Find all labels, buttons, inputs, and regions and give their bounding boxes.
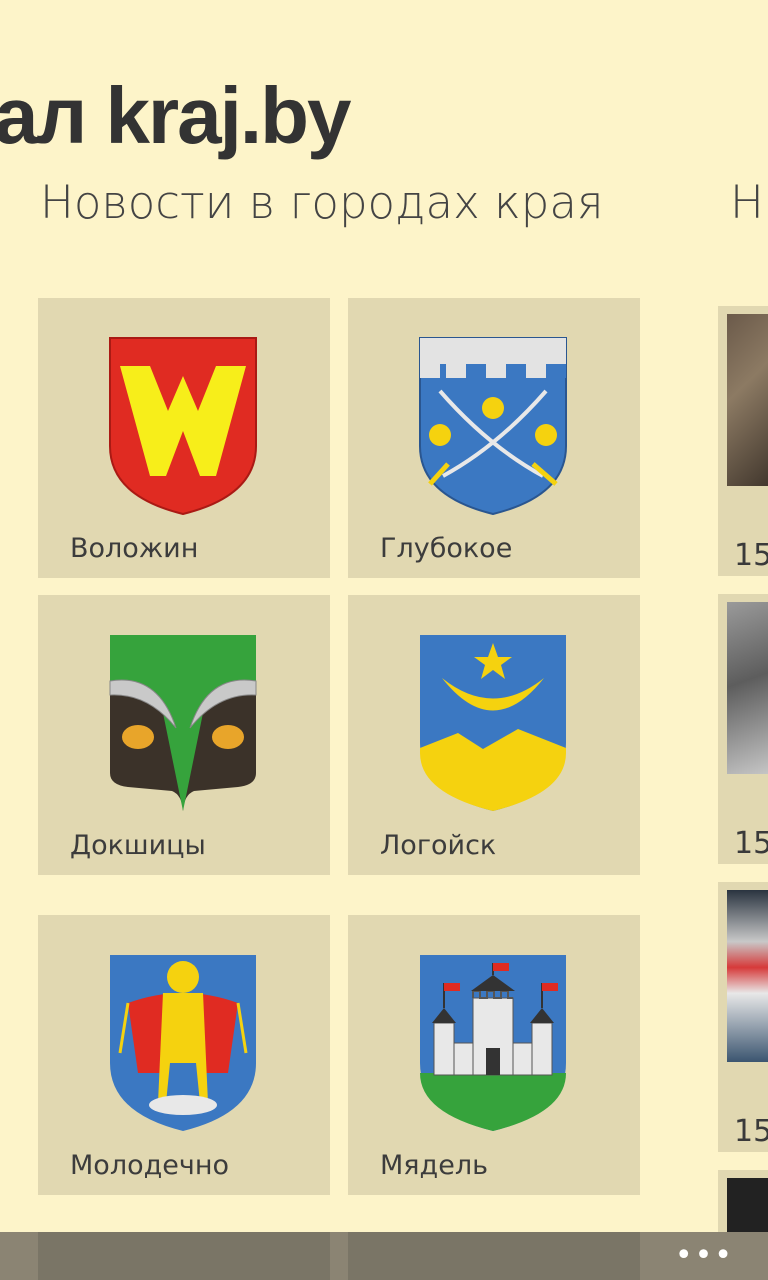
news-item-peek[interactable]: 15 xyxy=(718,594,768,864)
news-date: 15 xyxy=(734,826,768,861)
city-tile-logoysk[interactable]: Логойск xyxy=(348,595,640,875)
news-date: 15 xyxy=(734,1114,768,1149)
molodechno-coat-of-arms-icon xyxy=(108,953,258,1133)
myadel-coat-of-arms-icon xyxy=(418,953,568,1133)
news-date: 15 xyxy=(734,538,768,573)
more-options-button[interactable]: ••• xyxy=(675,1238,734,1273)
city-tile-myadel[interactable]: Мядель xyxy=(348,915,640,1195)
city-label: Мядель xyxy=(380,1150,488,1181)
news-item-peek[interactable]: 15 xyxy=(718,882,768,1152)
city-label: Докшицы xyxy=(70,830,206,861)
dokshitsy-coat-of-arms-icon xyxy=(108,633,258,813)
tile-peek[interactable] xyxy=(348,1232,640,1280)
section-title-next-peek[interactable]: Н xyxy=(730,176,764,229)
volozhin-coat-of-arms-icon xyxy=(108,336,258,516)
city-label: Воложин xyxy=(70,533,199,564)
city-tile-molodechno[interactable]: Молодечно xyxy=(38,915,330,1195)
app-title: ал kraj.by xyxy=(0,71,351,160)
tile-peek[interactable] xyxy=(38,1232,330,1280)
news-thumbnail-image xyxy=(727,602,768,774)
city-label: Логойск xyxy=(380,830,497,861)
section-title-cities: Новости в городах края xyxy=(40,176,604,229)
city-tile-volozhin[interactable]: Воложин xyxy=(38,298,330,578)
city-tile-glubokoe[interactable]: Глубокое xyxy=(348,298,640,578)
news-thumbnail-image xyxy=(727,890,768,1062)
app-bar: ••• xyxy=(0,1232,768,1280)
news-item-peek[interactable]: 15 xyxy=(718,306,768,576)
city-tile-dokshitsy[interactable]: Докшицы xyxy=(38,595,330,875)
news-item-peek[interactable] xyxy=(718,1170,768,1232)
news-thumbnail-image xyxy=(727,314,768,486)
city-label: Молодечно xyxy=(70,1150,229,1181)
glubokoe-coat-of-arms-icon xyxy=(418,336,568,516)
logoysk-coat-of-arms-icon xyxy=(418,633,568,813)
city-label: Глубокое xyxy=(380,533,513,564)
news-thumbnail-image xyxy=(727,1178,768,1232)
